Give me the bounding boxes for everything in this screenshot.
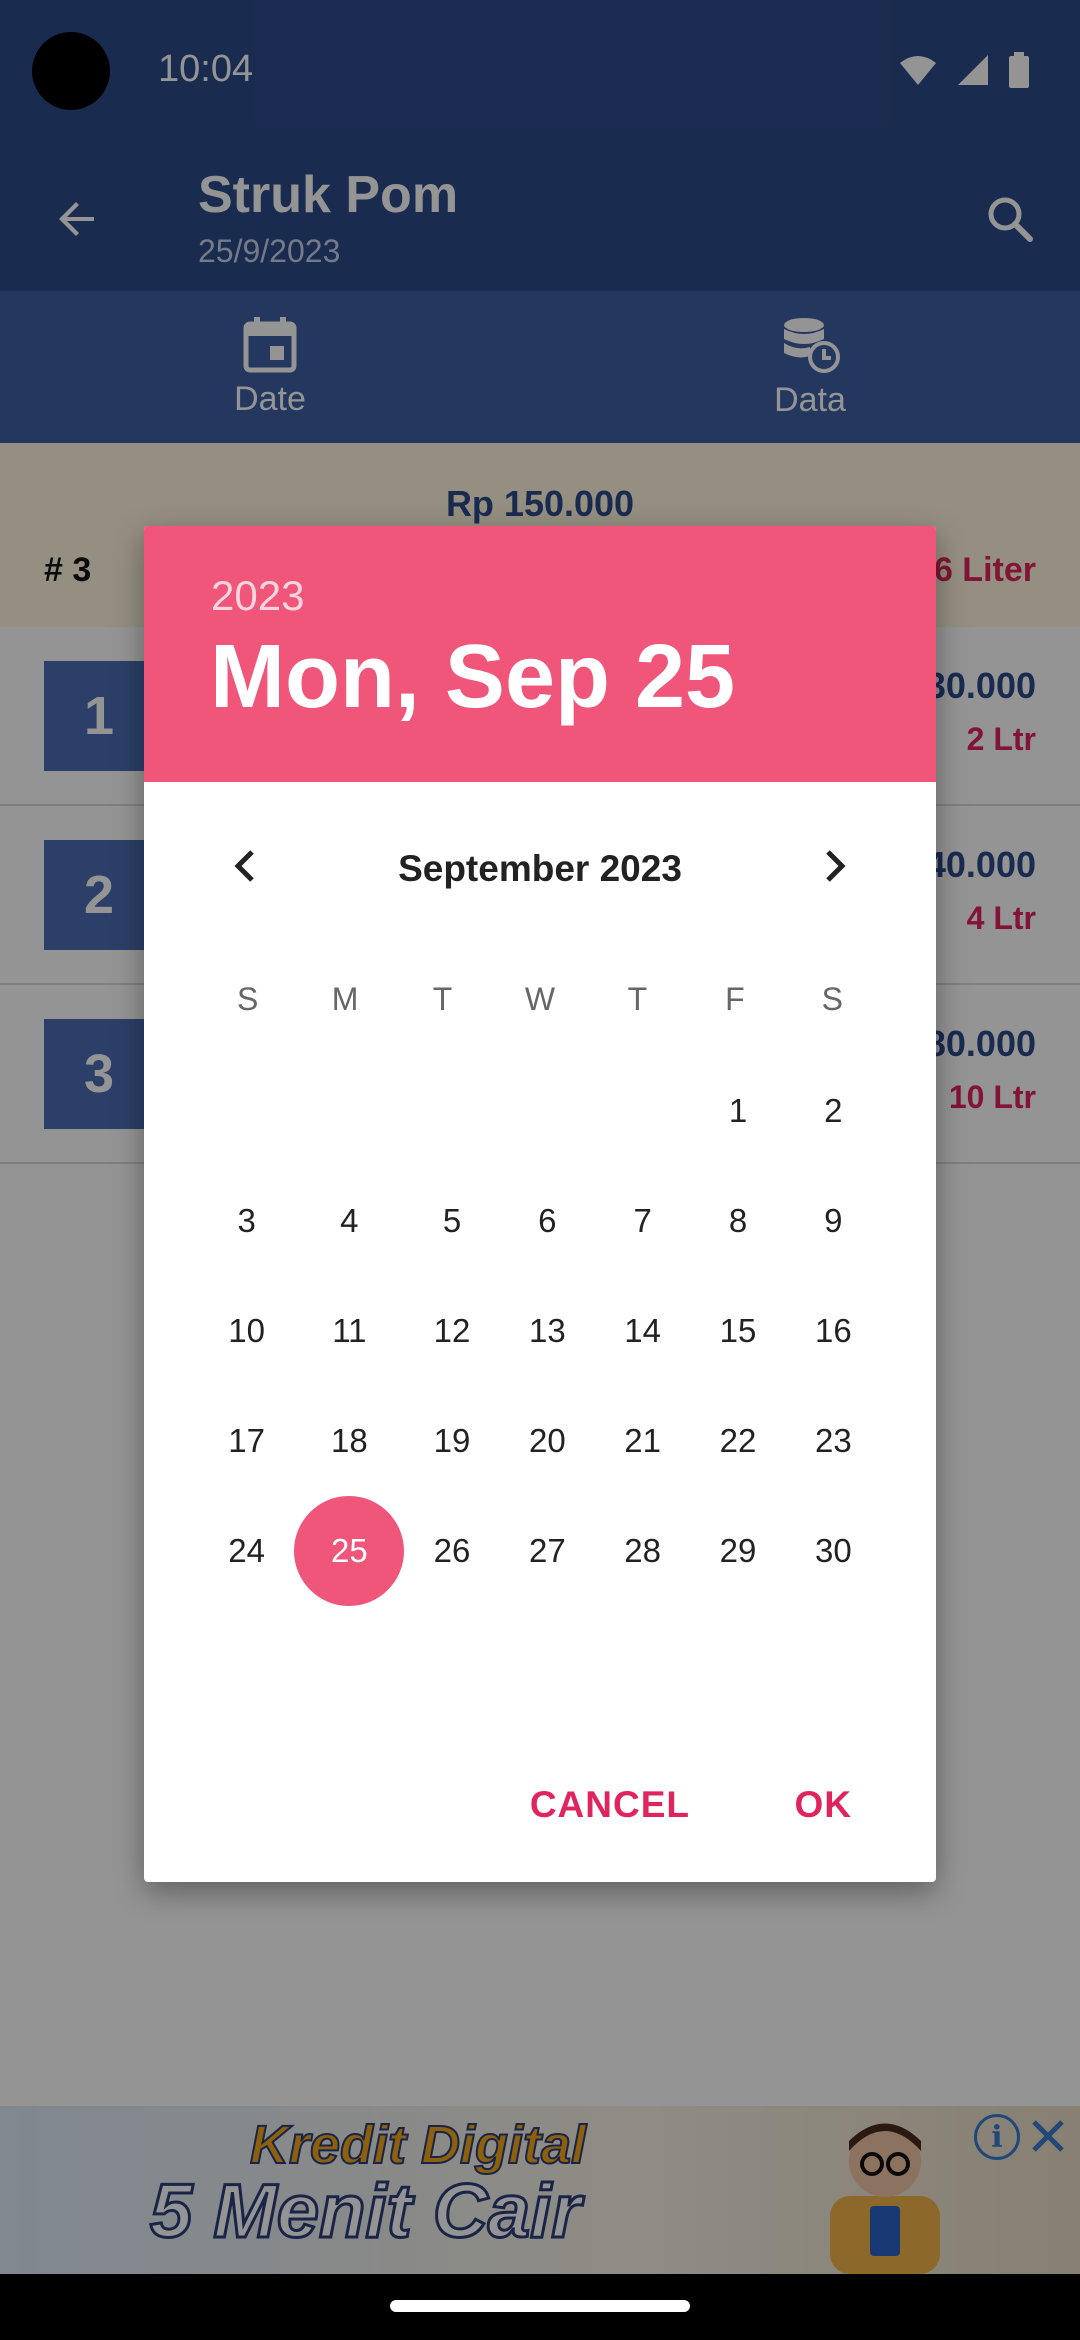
calendar-day-number: 30: [814, 1532, 852, 1569]
weekday-header: SMTWTFS: [199, 981, 881, 1031]
date-picker-dialog: 2023 Mon, Sep 25 September 2023 SMTWTFS …: [144, 526, 936, 1882]
calendar-day[interactable]: 1: [690, 1056, 785, 1166]
next-month-button[interactable]: [798, 830, 870, 902]
navigation-bar: [0, 2274, 1080, 2340]
weekday-label: T: [432, 981, 453, 1017]
calendar-day-number: 17: [228, 1422, 266, 1459]
weekday-label: W: [524, 981, 556, 1017]
calendar-day-selected[interactable]: 25: [294, 1496, 405, 1606]
day-grid: 1 2 3 4 5 6 7 8 9 10 11 12 13 14 15 16 17 18 19 20 21 22 23 24 2…: [199, 1056, 881, 1606]
calendar-day[interactable]: 9: [786, 1166, 881, 1276]
weekday-label: S: [821, 981, 843, 1017]
chevron-right-icon: [826, 850, 846, 882]
calendar-day-number: 14: [624, 1312, 662, 1349]
date-picker-header: 2023 Mon, Sep 25: [144, 526, 936, 782]
calendar-day-number: 28: [624, 1532, 662, 1569]
calendar-day[interactable]: 26: [404, 1496, 499, 1606]
calendar-day-number: 7: [633, 1202, 652, 1239]
dialog-actions: CANCEL OK: [144, 1742, 936, 1882]
calendar-day-number: 6: [538, 1202, 557, 1239]
calendar-day[interactable]: 8: [690, 1166, 785, 1276]
calendar-day-number: 21: [624, 1422, 662, 1459]
calendar-day[interactable]: 29: [690, 1496, 785, 1606]
calendar-day-number: 29: [719, 1532, 757, 1569]
calendar-day[interactable]: 17: [199, 1386, 294, 1496]
calendar-day[interactable]: 3: [199, 1166, 294, 1276]
calendar-day[interactable]: 22: [690, 1386, 785, 1496]
calendar-day-number: 3: [237, 1202, 256, 1239]
calendar-day-number: 25: [294, 1496, 405, 1606]
calendar-day[interactable]: 10: [199, 1276, 294, 1386]
calendar-day[interactable]: 27: [500, 1496, 595, 1606]
calendar-day-number: 15: [719, 1312, 757, 1349]
calendar-day-number: 9: [824, 1202, 843, 1239]
calendar-day-number: 24: [228, 1532, 266, 1569]
calendar-day-number: 27: [528, 1532, 566, 1569]
calendar-day[interactable]: 28: [595, 1496, 690, 1606]
selected-year[interactable]: 2023: [211, 572, 304, 620]
calendar-day[interactable]: 20: [500, 1386, 595, 1496]
calendar-day-number: 4: [340, 1202, 359, 1239]
calendar-day-number: 1: [728, 1092, 748, 1129]
month-navigation: September 2023: [144, 826, 936, 906]
calendar-day[interactable]: 4: [294, 1166, 404, 1276]
calendar-day-number: 20: [528, 1422, 566, 1459]
calendar-day-number: 8: [728, 1202, 748, 1239]
calendar-day[interactable]: 13: [500, 1276, 595, 1386]
app-screen: 10:04 Struk Pom 25/9/2023 Date Data Rp 1…: [0, 0, 1080, 2340]
calendar-day[interactable]: 2: [786, 1056, 881, 1166]
cancel-button[interactable]: CANCEL: [506, 1768, 714, 1842]
calendar-day[interactable]: 12: [404, 1276, 499, 1386]
calendar-day-number: 19: [433, 1422, 471, 1459]
calendar-day-number: 26: [433, 1532, 471, 1569]
weekday-label: S: [237, 981, 259, 1017]
home-indicator[interactable]: [390, 2300, 690, 2312]
calendar-day-number: 11: [332, 1312, 367, 1349]
calendar-day-number: 12: [433, 1312, 471, 1349]
calendar-day[interactable]: 23: [786, 1386, 881, 1496]
weekday-label: F: [725, 981, 745, 1017]
calendar-day[interactable]: 11: [294, 1276, 404, 1386]
calendar-day[interactable]: 6: [500, 1166, 595, 1276]
selected-date[interactable]: Mon, Sep 25: [210, 626, 735, 729]
calendar-day-number: 5: [442, 1202, 462, 1239]
calendar-day-number: 2: [824, 1092, 843, 1129]
calendar-day-number: 23: [814, 1422, 852, 1459]
calendar-day-number: 10: [228, 1312, 266, 1349]
calendar-day[interactable]: 19: [404, 1386, 499, 1496]
weekday-label: T: [627, 981, 648, 1017]
weekday-label: M: [331, 981, 359, 1017]
calendar-day[interactable]: 30: [786, 1496, 881, 1606]
calendar-day[interactable]: 5: [404, 1166, 499, 1276]
calendar-day[interactable]: 24: [199, 1496, 294, 1606]
calendar-day-number: 18: [330, 1422, 368, 1459]
calendar-day[interactable]: 16: [786, 1276, 881, 1386]
calendar-day-number: 16: [814, 1312, 852, 1349]
calendar-day[interactable]: 21: [595, 1386, 690, 1496]
calendar-day[interactable]: 18: [294, 1386, 404, 1496]
calendar-day-number: 22: [719, 1422, 757, 1459]
calendar-day[interactable]: 14: [595, 1276, 690, 1386]
calendar-day[interactable]: 7: [595, 1166, 690, 1276]
calendar-day[interactable]: 15: [690, 1276, 785, 1386]
ok-button[interactable]: OK: [771, 1768, 877, 1842]
calendar-day-number: 13: [528, 1312, 566, 1349]
